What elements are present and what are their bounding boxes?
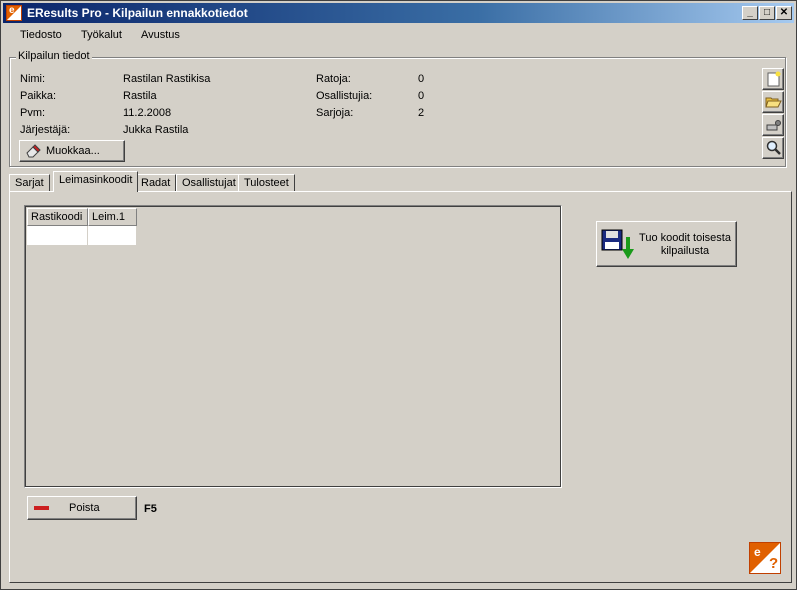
delete-button-label: Poista	[69, 502, 100, 514]
courses-value: 0	[418, 73, 425, 85]
participants-value: 0	[418, 90, 425, 102]
tab-leimasinkoodit[interactable]: Leimasinkoodit	[53, 171, 139, 192]
edit-button[interactable]: Muokkaa...	[19, 140, 125, 162]
eraser-icon	[26, 144, 41, 158]
minimize-button[interactable]: _	[742, 6, 758, 20]
participants-label: Osallistujia:	[316, 90, 373, 102]
app-logo-icon: e	[6, 5, 22, 21]
help-question-label: ?	[769, 555, 779, 572]
delete-shortcut: F5	[144, 503, 157, 515]
organizer-value: Jukka Rastila	[123, 124, 189, 136]
location-value: Rastila	[123, 90, 157, 102]
search-icon	[766, 140, 781, 155]
location-label: Paikka:	[20, 90, 57, 102]
codes-grid[interactable]: Rastikoodi Leim.1	[24, 205, 562, 488]
menu-avustus[interactable]: Avustus	[141, 29, 180, 41]
menu-tiedosto[interactable]: Tiedosto	[20, 29, 62, 41]
open-folder-icon	[765, 97, 782, 108]
group-label: Kilpailun tiedot	[16, 50, 92, 62]
open-button[interactable]	[762, 91, 784, 113]
import-codes-button[interactable]: Tuo koodit toisesta kilpailusta	[596, 221, 737, 267]
column-header-leim1[interactable]: Leim.1	[88, 208, 137, 226]
classes-label: Sarjoja:	[316, 107, 354, 119]
menu-tyokalut[interactable]: Työkalut	[81, 29, 122, 41]
settings-icon	[766, 120, 781, 131]
tab-radat[interactable]: Radat	[135, 174, 177, 192]
date-label: Pvm:	[20, 107, 46, 119]
grid-frame: Rastikoodi Leim.1	[25, 206, 561, 487]
import-button-label: Tuo koodit toisesta kilpailusta	[637, 232, 733, 258]
window-title: EResults Pro - Kilpailun ennakkotiedot	[27, 6, 248, 20]
grid-cell[interactable]	[88, 226, 137, 245]
search-button[interactable]	[762, 137, 784, 159]
tab-tulosteet[interactable]: Tulosteet	[238, 174, 295, 192]
column-header-rastikoodi[interactable]: Rastikoodi	[27, 208, 88, 226]
minus-icon	[34, 506, 49, 510]
help-button[interactable]: e ?	[749, 542, 781, 574]
organizer-label: Järjestäjä:	[20, 124, 71, 136]
delete-button[interactable]: Poista	[27, 496, 137, 520]
menu-bar: Tiedosto Työkalut Avustus	[3, 25, 794, 45]
maximize-button[interactable]: □	[759, 6, 775, 20]
import-label-line1: Tuo koodit toisesta	[639, 232, 731, 244]
classes-value: 2	[418, 107, 425, 119]
settings-button[interactable]	[762, 114, 784, 136]
main-window: e EResults Pro - Kilpailun ennakkotiedot…	[0, 0, 797, 590]
courses-label: Ratoja:	[316, 73, 351, 85]
name-value: Rastilan Rastikisa	[123, 73, 211, 85]
edit-button-label: Muokkaa...	[46, 145, 100, 157]
date-value: 11.2.2008	[123, 107, 172, 119]
close-button[interactable]: ✕	[776, 6, 792, 20]
svg-text:e: e	[754, 545, 761, 559]
tab-osallistujat[interactable]: Osallistujat	[176, 174, 242, 192]
title-bar: e EResults Pro - Kilpailun ennakkotiedot…	[3, 3, 794, 23]
grid-cell[interactable]	[27, 226, 88, 245]
name-label: Nimi:	[20, 73, 46, 85]
import-label-line2: kilpailusta	[660, 245, 710, 257]
new-document-icon	[767, 71, 781, 87]
new-button[interactable]	[762, 68, 784, 90]
tab-sarjat[interactable]: Sarjat	[9, 174, 50, 192]
import-disk-icon	[601, 229, 634, 259]
